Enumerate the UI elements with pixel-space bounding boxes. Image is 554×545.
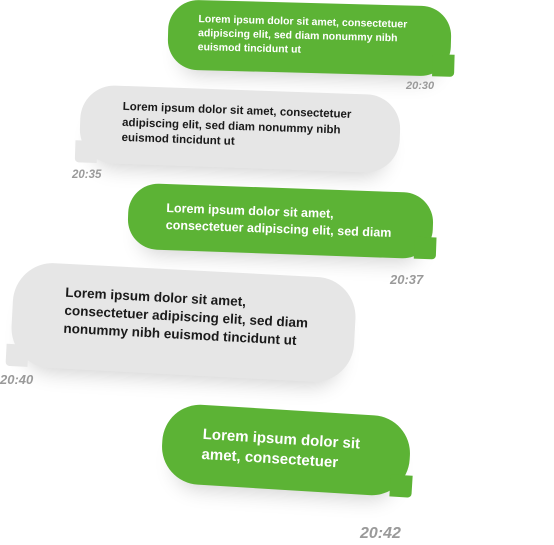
message-timestamp: 20:30 bbox=[406, 80, 435, 92]
incoming-message-bubble[interactable]: Lorem ipsum dolor sit amet, consectetuer… bbox=[78, 84, 402, 174]
message-text: Lorem ipsum dolor sit amet, consectetuer… bbox=[197, 13, 408, 57]
message-timestamp: 20:42 bbox=[360, 525, 401, 542]
message-text: Lorem ipsum dolor sit amet, consectetuer… bbox=[165, 201, 392, 240]
chat-conversation: Lorem ipsum dolor sit amet, consectetuer… bbox=[0, 0, 554, 545]
message-text: Lorem ipsum dolor sit amet, consectetuer bbox=[201, 425, 361, 472]
incoming-message-bubble[interactable]: Lorem ipsum dolor sit amet, consectetuer… bbox=[9, 261, 358, 384]
message-timestamp: 20:35 bbox=[72, 169, 102, 181]
outgoing-message-bubble[interactable]: Lorem ipsum dolor sit amet, consectetuer bbox=[159, 402, 413, 498]
message-text: Lorem ipsum dolor sit amet, consectetuer… bbox=[121, 100, 352, 148]
message-timestamp: 20:37 bbox=[390, 272, 424, 287]
message-timestamp: 20:40 bbox=[0, 372, 34, 387]
outgoing-message-bubble[interactable]: Lorem ipsum dolor sit amet, consectetuer… bbox=[167, 0, 452, 77]
outgoing-message-bubble[interactable]: Lorem ipsum dolor sit amet, consectetuer… bbox=[126, 182, 435, 260]
message-text: Lorem ipsum dolor sit amet, consectetuer… bbox=[63, 284, 309, 349]
